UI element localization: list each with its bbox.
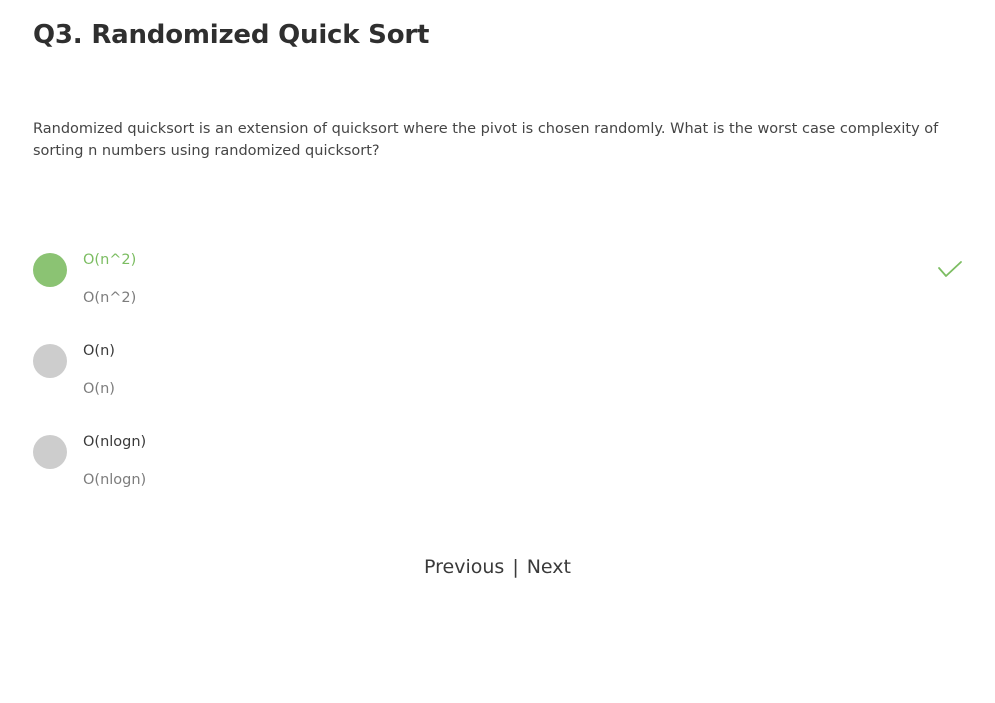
radio-button[interactable] bbox=[33, 435, 67, 469]
check-icon bbox=[938, 261, 962, 277]
previous-link[interactable]: Previous bbox=[424, 556, 504, 578]
option-sublabel: O(nlogn) bbox=[83, 472, 147, 488]
answer-option[interactable]: O(nlogn) O(nlogn) bbox=[33, 432, 963, 492]
pager-separator: | bbox=[512, 556, 519, 578]
pagination: Previous | Next bbox=[0, 554, 995, 580]
option-sublabel: O(n) bbox=[83, 381, 115, 397]
radio-button-selected[interactable] bbox=[33, 253, 67, 287]
radio-button[interactable] bbox=[33, 344, 67, 378]
option-sublabel: O(n^2) bbox=[83, 290, 137, 306]
option-label: O(n) bbox=[83, 343, 115, 359]
option-label: O(nlogn) bbox=[83, 434, 147, 450]
page-title: Q3. Randomized Quick Sort bbox=[33, 20, 430, 50]
option-label: O(n^2) bbox=[83, 252, 137, 268]
next-link[interactable]: Next bbox=[527, 556, 571, 578]
answer-option[interactable]: O(n) O(n) bbox=[33, 341, 963, 401]
question-text: Randomized quicksort is an extension of … bbox=[33, 121, 939, 159]
answer-option[interactable]: O(n^2) O(n^2) bbox=[33, 250, 963, 310]
